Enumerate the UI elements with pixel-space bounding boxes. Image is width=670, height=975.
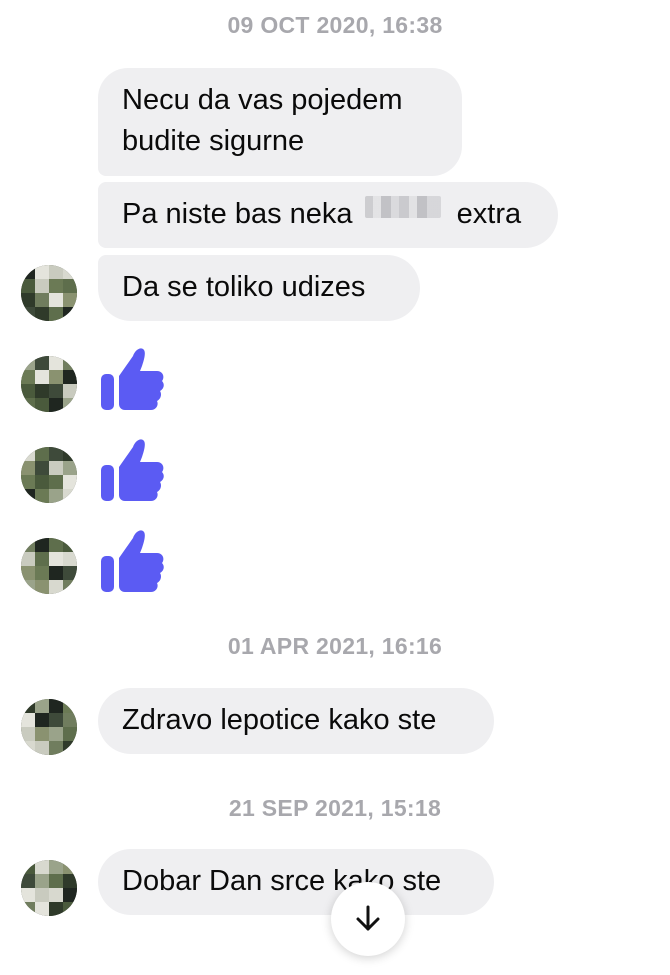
avatar[interactable] [21, 538, 77, 594]
message-bubble[interactable]: Zdravo lepotice kako ste [98, 688, 494, 754]
scroll-to-bottom-button[interactable] [331, 882, 405, 956]
chat-thread[interactable]: 09 OCT 2020, 16:38 Necu da vas pojedem b… [0, 0, 670, 975]
message-text: Pa niste bas neka [122, 198, 353, 230]
message-text: budite sigurne [122, 125, 305, 157]
message-bubble[interactable]: Necu da vas pojedem budite sigurne [98, 68, 462, 176]
avatar[interactable] [21, 265, 77, 321]
avatar[interactable] [21, 699, 77, 755]
message-bubble[interactable]: Dobar Dan srce kako ste [98, 849, 494, 915]
message-text: extra [456, 198, 522, 230]
message-text: Necu da vas pojedem [122, 84, 403, 116]
thumbs-up-icon[interactable] [99, 344, 165, 410]
arrow-down-icon [356, 905, 380, 931]
timestamp-divider: 21 SEP 2021, 15:18 [228, 795, 442, 821]
thumbs-up-icon[interactable] [99, 435, 165, 501]
timestamp-divider: 01 APR 2021, 16:16 [227, 633, 443, 659]
avatar[interactable] [21, 356, 77, 412]
message-bubble[interactable]: Da se toliko udizes [98, 255, 420, 321]
timestamp-divider: 09 OCT 2020, 16:38 [227, 12, 443, 38]
blurred-word: picka [364, 196, 441, 218]
message-bubble[interactable]: Pa niste bas neka picka extra [98, 182, 558, 248]
avatar[interactable] [21, 447, 77, 503]
thumbs-up-icon[interactable] [99, 526, 165, 592]
avatar[interactable] [21, 860, 77, 916]
message-text: Zdravo lepotice kako ste [122, 704, 437, 736]
message-text: Da se toliko udizes [122, 271, 366, 303]
